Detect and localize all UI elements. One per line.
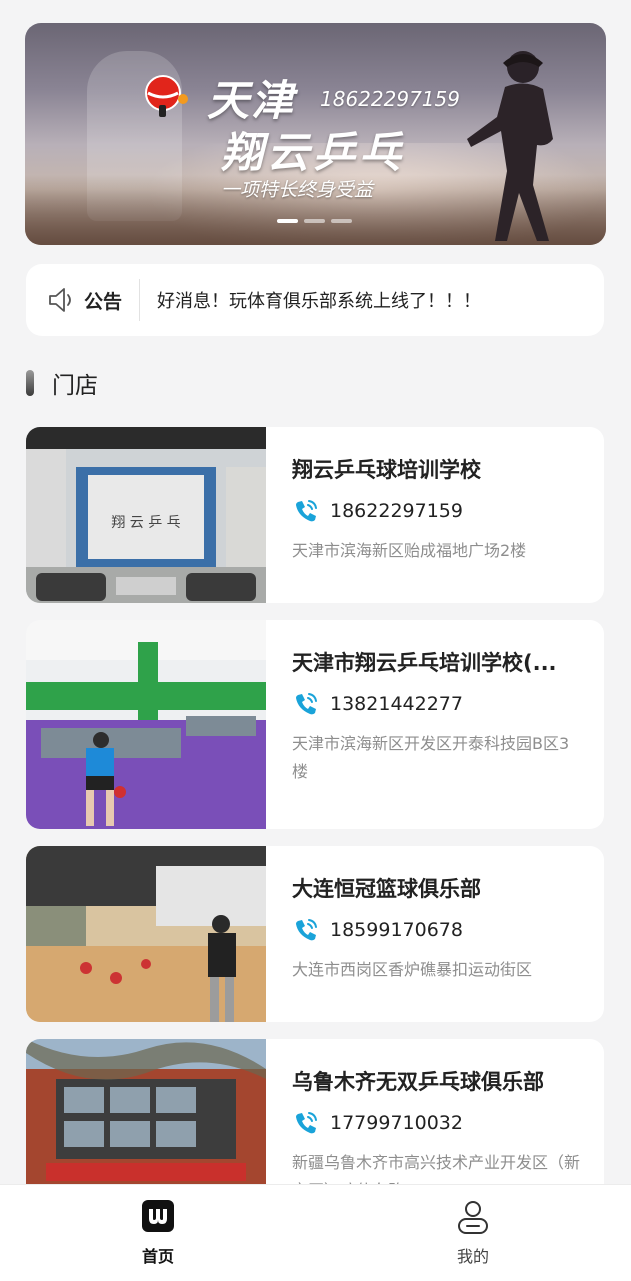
home-icon [142, 1200, 174, 1232]
tab-home[interactable]: 首页 [88, 1185, 228, 1281]
notice-divider [139, 279, 141, 321]
phone-call-icon [296, 1112, 317, 1134]
notice-bar[interactable]: 公告 好消息！玩体育俱乐部系统上线了！！！ [26, 264, 604, 336]
speaker-icon [49, 288, 71, 312]
store-card[interactable]: 大连恒冠篮球俱乐部 18599170678 大连市西岗区香炉礁暴扣运动街区 [26, 846, 604, 1022]
store-name: 乌鲁木齐无双乒乓球俱乐部 [292, 1070, 544, 1094]
store-address: 天津市滨海新区开发区开泰科技园B区3楼 [292, 734, 570, 781]
store-address: 天津市滨海新区贻成福地广场2楼 [292, 541, 527, 560]
notice-label: 公告 [84, 290, 123, 313]
store-phone-row[interactable]: 13821442277 [292, 690, 463, 718]
store-photo [26, 846, 266, 1022]
tab-profile[interactable]: 我的 [403, 1185, 543, 1281]
bottom-tab-bar: 首页 我的 [0, 1184, 631, 1281]
store-phone-row[interactable]: 17799710032 [292, 1109, 463, 1137]
carousel-dot-2[interactable] [304, 219, 325, 223]
store-photo [26, 620, 266, 829]
banner-phone: 18622297159 [320, 87, 460, 111]
phone-call-icon [296, 693, 317, 715]
store-phone: 13821442277 [330, 693, 463, 715]
tab-profile-label: 我的 [456, 1247, 489, 1266]
tab-home-label: 首页 [141, 1247, 174, 1266]
store-name: 翔云乒乓球培训学校 [292, 458, 481, 482]
store-phone: 18599170678 [330, 919, 463, 941]
store-phone: 18622297159 [330, 500, 463, 522]
section-title: 门店 [52, 373, 98, 399]
carousel-indicator [277, 219, 352, 223]
store-card[interactable]: 天津市翔云乒乓培训学校(... 13821442277 天津市滨海新区开发区开泰… [26, 620, 604, 829]
banner-player-silhouette [467, 51, 553, 241]
carousel-dot-3[interactable] [331, 219, 352, 223]
store-name: 天津市翔云乒乓培训学校(... [292, 651, 557, 675]
user-icon [458, 1201, 488, 1234]
svg-text:翔 云 乒 乓: 翔 云 乒 乓 [111, 515, 180, 531]
store-address: 大连市西岗区香炉礁暴扣运动街区 [292, 960, 533, 979]
store-photo: 翔 云 乒 乓 [26, 427, 266, 603]
store-phone-row[interactable]: 18622297159 [292, 497, 463, 525]
phone-call-icon [296, 919, 317, 941]
banner-carousel[interactable]: 天津 18622297159 翔云乒乓 一项特长终身受益 [25, 23, 606, 245]
notice-text: 好消息！玩体育俱乐部系统上线了！！！ [157, 291, 482, 312]
carousel-dot-1[interactable] [277, 219, 298, 223]
phone-call-icon [296, 500, 317, 522]
paddle-logo-icon [145, 75, 188, 117]
banner-title-brand: 翔云乒乓 [221, 128, 406, 177]
section-header: 门店 [26, 366, 98, 400]
section-accent-bar [26, 370, 34, 396]
store-name: 大连恒冠篮球俱乐部 [292, 877, 481, 901]
store-phone: 17799710032 [330, 1112, 463, 1134]
banner-slogan: 一项特长终身受益 [221, 179, 374, 201]
store-card[interactable]: 翔 云 乒 乓 翔云乒乓球培训学校 18622297159 天津市滨海新区贻成福… [26, 427, 604, 603]
store-phone-row[interactable]: 18599170678 [292, 916, 463, 944]
